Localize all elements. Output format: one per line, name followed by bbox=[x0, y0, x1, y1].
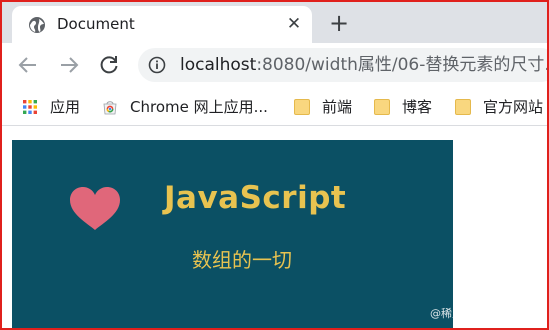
tab-title: Document bbox=[57, 15, 135, 33]
bookmark-official-site[interactable]: 官方网站 bbox=[455, 97, 547, 117]
banner-image: JavaScript 数组的一切 bbox=[12, 140, 453, 328]
folder-icon bbox=[455, 99, 471, 115]
back-icon[interactable] bbox=[16, 53, 40, 77]
page-content: JavaScript 数组的一切 @稀土掘金技术社区 bbox=[2, 127, 547, 328]
watermark-text: @稀土掘金技术社区 bbox=[430, 307, 529, 320]
bookmark-blog[interactable]: 博客 bbox=[374, 97, 444, 117]
reload-icon[interactable] bbox=[97, 53, 121, 77]
chrome-webstore-icon bbox=[103, 101, 117, 115]
bookmark-label: Chrome 网上应用... bbox=[130, 98, 268, 116]
new-tab-button[interactable]: + bbox=[325, 10, 353, 38]
toolbar: localhost:8080/width属性/06-替换元素的尺寸.h bbox=[2, 43, 547, 88]
info-icon[interactable] bbox=[148, 56, 166, 74]
address-bar[interactable]: localhost:8080/width属性/06-替换元素的尺寸.h bbox=[138, 48, 549, 82]
heart-icon bbox=[70, 187, 120, 230]
banner-subtitle: 数组的一切 bbox=[192, 248, 292, 272]
bookmark-frontend[interactable]: 前端 bbox=[294, 97, 364, 117]
bookmark-label: 官方网站 bbox=[483, 98, 544, 116]
tab-document[interactable]: Document ✕ bbox=[12, 6, 312, 43]
apps-grid-icon bbox=[23, 100, 37, 114]
bookmark-label: 前端 bbox=[322, 98, 353, 116]
browser-window: Document ✕ + localhost:8080/width属性/06-替… bbox=[0, 0, 549, 330]
banner-title: JavaScript bbox=[164, 180, 347, 216]
folder-icon bbox=[374, 99, 390, 115]
url-host: localhost bbox=[180, 55, 257, 75]
url-path: :8080/width属性/06-替换元素的尺寸.h bbox=[256, 55, 549, 75]
bookmarks-bar: 应用 Chrome 网上应用... 前端 博客 官方网站 bbox=[2, 88, 547, 126]
forward-icon[interactable] bbox=[57, 53, 81, 77]
globe-icon bbox=[29, 17, 45, 33]
bookmark-label: 博客 bbox=[402, 98, 433, 116]
tab-strip: Document ✕ + bbox=[2, 2, 547, 43]
close-tab-icon[interactable]: ✕ bbox=[284, 14, 304, 34]
url-text[interactable]: localhost:8080/width属性/06-替换元素的尺寸.h bbox=[180, 54, 549, 76]
folder-icon bbox=[294, 99, 310, 115]
bookmark-apps[interactable]: 应用 bbox=[22, 97, 92, 117]
bookmark-chrome-webstore[interactable]: Chrome 网上应用... bbox=[102, 97, 272, 117]
bookmark-label: 应用 bbox=[50, 98, 81, 116]
